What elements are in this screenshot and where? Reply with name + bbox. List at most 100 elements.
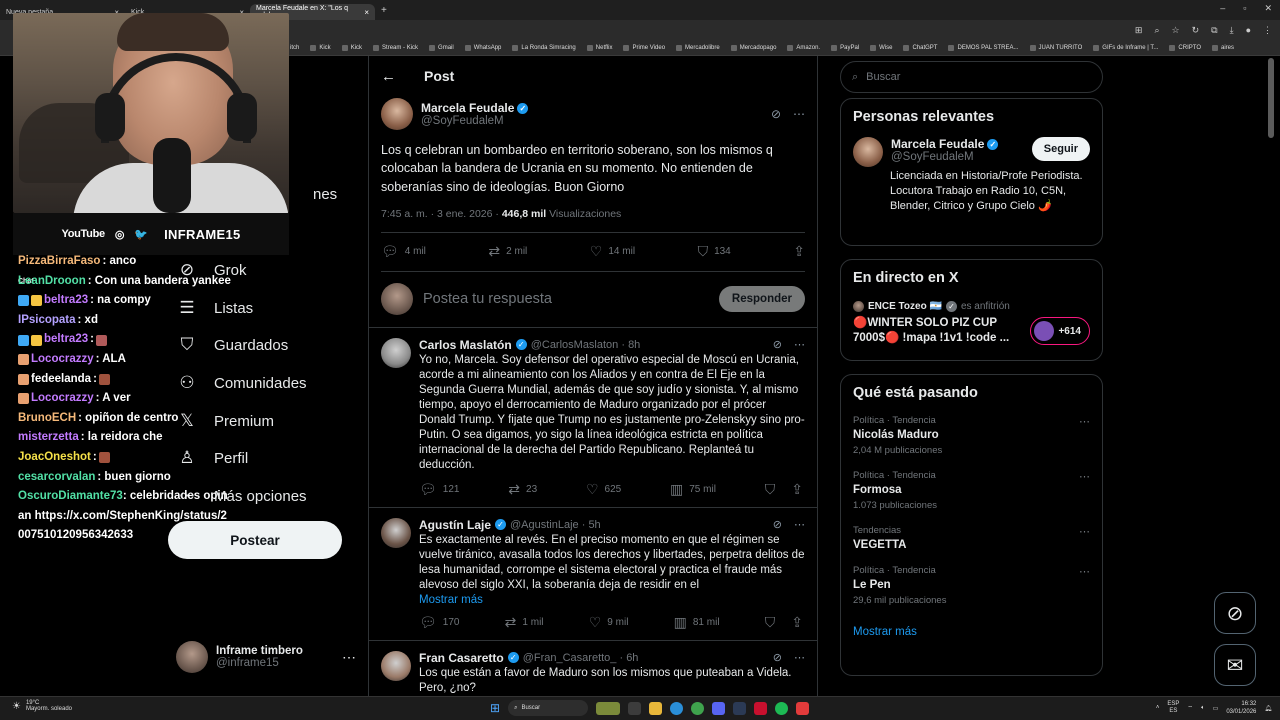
chat-username[interactable]: Lococrazzy [31,350,94,370]
live-stream-row[interactable]: 🔴WINTER SOLO PIZ CUP 7000$🔴 !mapa !1v1 !… [853,316,1090,346]
reply-button[interactable]: Responder [718,286,805,313]
minimize-icon[interactable]: – [1220,3,1225,14]
new-tab-icon[interactable]: + [381,5,387,16]
chat-username[interactable]: fedeelanda [31,370,91,390]
repost-action[interactable]: ⇄ 23 [508,481,537,498]
battery-icon[interactable]: ▭ [1213,705,1219,712]
obs-app-icon[interactable] [796,701,810,715]
chat-username[interactable]: PizzaBirraFaso [18,252,100,272]
bookmark-partial[interactable]: itch [290,45,299,51]
notifications-icon[interactable]: 🔔︎ [1264,705,1272,712]
reply-tweet[interactable]: Carlos Maslatón ✓ @CarlosMaslaton · 8h ⊘ ⋯ Yo… [369,328,817,508]
bookmark-icon[interactable]: ⛉ [765,614,776,631]
translate-icon[interactable]: ⊞ [1135,25,1143,36]
nav-item-grok[interactable]: ⊘ Grok [176,259,247,281]
post-timestamp[interactable]: 7:45 a. m. · 3 ene. 2026 · [381,208,502,220]
grok-icon[interactable]: ⊘ [773,651,782,664]
steam-icon[interactable] [733,701,747,715]
chevron-up-icon[interactable]: ˄ [1156,705,1160,711]
author-name-row[interactable]: Marcela Feudale ✓ [421,101,529,115]
bookmark-item[interactable]: La Ronda Simracing [512,44,576,51]
nav-item-comunidades[interactable]: ⚇ Comunidades [176,372,306,394]
chat-username[interactable]: OscuroDiamante73 [18,490,123,502]
bookmark-item[interactable]: WhatsApp [464,44,501,51]
clock[interactable]: 16:32 03/01/2026 [1226,700,1256,716]
listeners-pill[interactable]: +614 [1030,317,1090,345]
wifi-icon[interactable]: ⌔ [1187,704,1193,712]
more-icon[interactable]: ⋯ [794,651,805,664]
sync-icon[interactable]: ↻ [1192,25,1200,36]
more-icon[interactable]: ⋯ [794,518,805,531]
file-explorer-icon[interactable] [649,701,663,715]
relevant-handle[interactable]: @SoyFeudaleM [891,151,998,163]
bookmark-item[interactable]: Mercadolibre [676,44,720,51]
zoom-icon[interactable]: ⌕ [1154,25,1159,36]
widget-app-icon[interactable] [596,701,621,715]
reply-avatar[interactable] [381,650,411,681]
nav-item-guardados[interactable]: ⛉ Guardados [176,334,289,356]
bookmark-item[interactable]: DEMOS PAL STREA... [948,44,1019,51]
edge-icon[interactable] [670,701,684,715]
grok-icon[interactable]: ⊘ [773,338,782,351]
chat-username[interactable]: IPsicopata [18,311,76,331]
nav-item-premium[interactable]: 𝕏 Premium [176,410,274,432]
bookmark-item[interactable]: GIFs de Inframe | T... [1093,44,1158,51]
more-icon[interactable]: ⋯ [342,649,356,666]
bookmark-item[interactable]: JUAN TURRITO [1029,44,1082,51]
like-action[interactable]: ♡ 14 mil [590,243,635,260]
bookmark-icon[interactable]: ⛉ [765,481,776,498]
menu-icon[interactable]: ⋮ [1263,25,1272,36]
chat-username[interactable]: beltra23 [44,291,88,311]
page-scrollbar[interactable] [1268,58,1274,138]
author-handle[interactable]: @SoyFeudaleM [421,115,528,127]
maximize-icon[interactable]: ▫ [1243,3,1246,14]
account-switcher[interactable]: Inframe timbero @inframe15 ⋯ [176,641,356,673]
windows-start-icon[interactable]: ⊞ [490,701,500,715]
grok-icon[interactable]: ⊘ [773,518,782,531]
views-action[interactable]: ▥ 75 mil [670,481,716,498]
trend-item[interactable]: Política · Tendencia Le Pen 29,6 mil publi… [853,565,1090,606]
bookmark-item[interactable]: Kick [310,44,331,51]
download-icon[interactable]: ⤓ [1230,25,1234,36]
reply-avatar[interactable] [381,337,411,368]
bookmark-item[interactable]: Wise [870,44,892,51]
nav-item-perfil[interactable]: ♙ Perfil [176,447,248,469]
nav-item-partial[interactable]: nes [313,186,337,203]
extensions-icon[interactable]: ⧉ [1211,25,1217,36]
messages-button[interactable]: ✉ [1214,644,1256,686]
reply-avatar[interactable] [381,517,411,548]
chat-username[interactable]: misterzetta [18,428,79,448]
bookmark-item[interactable]: Prime Video [623,44,665,51]
more-icon[interactable]: ⋯ [794,338,805,351]
bookmark-item[interactable]: ChatGPT [903,44,937,51]
game-app-icon[interactable] [754,701,768,715]
bookmark-item[interactable]: aires [1211,44,1234,51]
views-action[interactable]: ▥ 81 mil [674,614,720,631]
author-avatar[interactable] [381,98,413,130]
task-view-icon[interactable] [628,701,642,715]
reply-author-name[interactable]: Fran Casaretto [419,651,504,665]
repost-action[interactable]: ⇄ 2 mil [488,243,527,260]
chat-username[interactable]: BrunoECH [18,409,76,429]
grok-button[interactable]: ⊘ [1214,592,1256,634]
profile-icon[interactable]: ● [1246,25,1251,35]
more-icon[interactable]: ⋯ [793,107,805,121]
reply-tweet[interactable]: Fran Casaretto ✓ @Fran_Casaretto_ · 6h ⊘ ⋯ Lo… [369,641,817,696]
share-icon[interactable]: ⇪ [791,614,803,631]
nav-item-m-s-opciones[interactable]: ⋯ Más opciones [176,485,307,507]
bookmark-item[interactable]: Amazon. [787,44,820,51]
reply-author-name[interactable]: Agustín Laje [419,518,491,532]
bookmark-item[interactable]: Gmail [429,44,454,51]
reply-input[interactable]: Postea tu respuesta [423,291,552,307]
bookmark-item[interactable]: PayPal [831,44,859,51]
show-more-link[interactable]: Mostrar más [853,626,1090,638]
chat-username[interactable]: Lococrazzy [31,389,94,409]
discord-icon[interactable] [712,701,726,715]
bookmark-item[interactable]: Netflix [586,44,612,51]
reply-action[interactable]: 💬︎ 121 [419,481,459,498]
trend-item[interactable]: Tendencias VEGETTA ⋯ [853,525,1090,551]
reply-action[interactable]: 💬︎ 170 [419,614,459,631]
back-arrow-icon[interactable]: ← [381,68,396,85]
chrome-icon[interactable] [691,701,705,715]
more-icon[interactable]: ⋯ [1079,565,1090,578]
